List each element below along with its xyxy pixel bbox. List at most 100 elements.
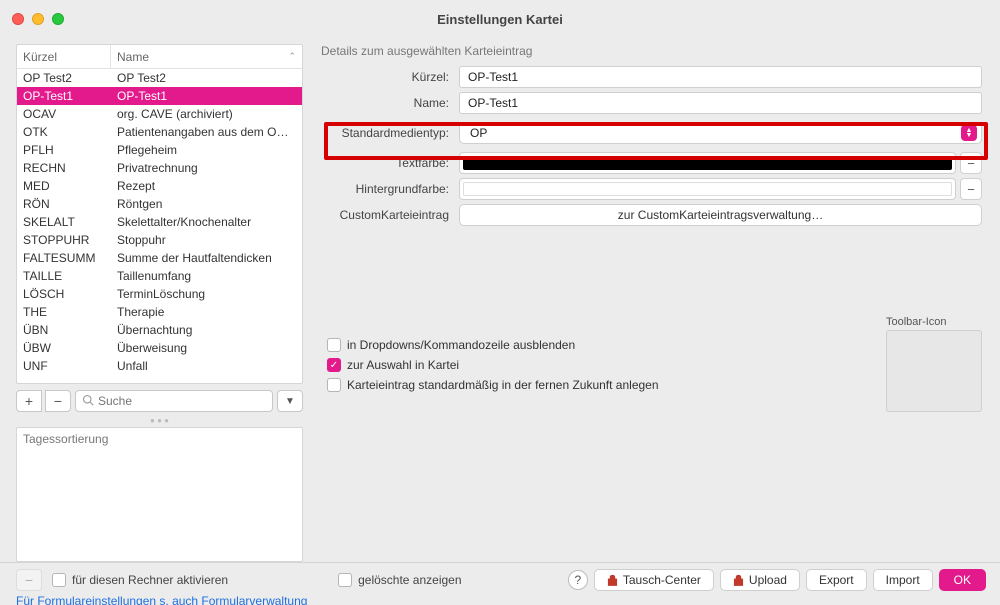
colorwell-hintergrundfarbe[interactable] [459,178,956,200]
checkbox-geloeschte-anzeigen[interactable] [338,573,352,587]
bag-icon [607,574,618,586]
details-section-label: Details zum ausgewählten Karteieintrag [321,44,982,58]
button-upload-label: Upload [749,573,787,587]
button-customkarteieintragsverwaltung[interactable]: zur CustomKarteieintragsverwaltung… [459,204,982,226]
colorwell-textfarbe[interactable] [459,152,956,174]
column-header-name[interactable]: Name ⌃ [111,45,302,68]
checkbox-hide-in-dropdowns-label: in Dropdowns/Kommandozeile ausblenden [347,338,575,352]
table-row[interactable]: OP Test2OP Test2 [17,69,302,87]
cell-name: TerminLöschung [111,287,302,301]
toolbar-icon-label: Toolbar-Icon [886,316,982,328]
cell-kuerzel: STOPPUHR [17,233,111,247]
cell-name: Rezept [111,179,302,193]
cell-kuerzel: ÜBW [17,341,111,355]
table-row[interactable]: STOPPUHRStoppuhr [17,231,302,249]
label-customkarteieintrag: CustomKarteieintrag [321,208,451,222]
column-header-kuerzel[interactable]: Kürzel [17,45,111,68]
sort-ascending-icon: ⌃ [288,51,296,62]
table-row[interactable]: SKELALTSkelettalter/Knochenalter [17,213,302,231]
table-row[interactable]: LÖSCHTerminLöschung [17,285,302,303]
table-row[interactable]: THETherapie [17,303,302,321]
search-input[interactable] [98,394,266,408]
input-name[interactable]: OP-Test1 [459,92,982,114]
cell-kuerzel: MED [17,179,111,193]
label-standardmedientyp: Standardmedientyp: [321,126,451,140]
help-button[interactable]: ? [568,570,588,590]
cell-kuerzel: OP-Test1 [17,89,111,103]
cell-kuerzel: PFLH [17,143,111,157]
cell-name: Therapie [111,305,302,319]
dropdown-standardmedientyp[interactable]: OP ▲▼ [459,122,982,144]
input-kuerzel[interactable]: OP-Test1 [459,66,982,88]
label-kuerzel: Kürzel: [321,70,451,84]
cell-name: Stoppuhr [111,233,302,247]
search-icon [82,394,94,409]
add-entry-button[interactable]: + [16,390,42,412]
cell-name: Skelettalter/Knochenalter [111,215,302,229]
cell-name: OP-Test1 [111,89,302,103]
table-row[interactable]: FALTESUMMSumme der Hautfaltendicken [17,249,302,267]
cell-name: org. CAVE (archiviert) [111,107,302,121]
cell-kuerzel: TAILLE [17,269,111,283]
button-upload[interactable]: Upload [720,569,800,591]
toolbar-icon-well[interactable] [886,330,982,412]
window-title: Einstellungen Kartei [0,12,1000,27]
cell-kuerzel: RECHN [17,161,111,175]
splitter-handle-icon[interactable]: ● ● ● [16,416,303,425]
column-header-name-label: Name [117,50,149,64]
cell-name: Röntgen [111,197,302,211]
table-row[interactable]: UNFUnfall [17,357,302,375]
table-row[interactable]: ÜBNÜbernachtung [17,321,302,339]
cell-kuerzel: SKELALT [17,215,111,229]
cell-name: Privatrechnung [111,161,302,175]
cell-kuerzel: FALTESUMM [17,251,111,265]
table-row[interactable]: OCAVorg. CAVE (archiviert) [17,105,302,123]
cell-kuerzel: OP Test2 [17,71,111,85]
button-export[interactable]: Export [806,569,867,591]
button-tausch-center[interactable]: Tausch-Center [594,569,714,591]
tagessortierung-box: Tagessortierung [16,427,303,562]
remove-list-button[interactable]: − [16,569,42,591]
entries-table: Kürzel Name ⌃ OP Test2OP Test2OP-Test1OP… [16,44,303,384]
clear-textfarbe-button[interactable]: − [960,152,982,174]
table-row[interactable]: OP-Test1OP-Test1 [17,87,302,105]
table-row[interactable]: ÜBWÜberweisung [17,339,302,357]
dropdown-standardmedientyp-value: OP [470,126,487,140]
table-row[interactable]: MEDRezept [17,177,302,195]
tagessortierung-label: Tagessortierung [23,432,108,446]
remove-entry-button[interactable]: − [45,390,71,412]
cell-name: Übernachtung [111,323,302,337]
cell-name: Taillenumfang [111,269,302,283]
checkbox-fuer-diesen-rechner[interactable] [52,573,66,587]
filter-dropdown-button[interactable]: ▼ [277,390,303,412]
clear-hintergrundfarbe-button[interactable]: − [960,178,982,200]
table-row[interactable]: TAILLETaillenumfang [17,267,302,285]
checkbox-fuer-diesen-rechner-label: für diesen Rechner aktivieren [72,573,228,587]
table-row[interactable]: RÖNRöntgen [17,195,302,213]
label-hintergrundfarbe: Hintergrundfarbe: [321,182,451,196]
table-row[interactable]: RECHNPrivatrechnung [17,159,302,177]
link-formularverwaltung[interactable]: Für Formulareinstellungen s. auch Formul… [0,592,1000,605]
checkbox-ferne-zukunft[interactable] [327,378,341,392]
updown-caret-icon: ▲▼ [961,125,977,141]
cell-name: Überweisung [111,341,302,355]
bag-icon [733,574,744,586]
cell-kuerzel: RÖN [17,197,111,211]
checkbox-auswahl-in-kartei[interactable]: ✓ [327,358,341,372]
cell-name: Summe der Hautfaltendicken [111,251,302,265]
cell-name: Unfall [111,359,302,373]
cell-kuerzel: LÖSCH [17,287,111,301]
table-row[interactable]: PFLHPflegeheim [17,141,302,159]
label-name: Name: [321,96,451,110]
button-ok[interactable]: OK [939,569,986,591]
cell-kuerzel: ÜBN [17,323,111,337]
cell-kuerzel: UNF [17,359,111,373]
button-tausch-center-label: Tausch-Center [623,573,701,587]
checkbox-hide-in-dropdowns[interactable] [327,338,341,352]
checkbox-geloeschte-anzeigen-label: gelöschte anzeigen [358,573,461,587]
button-import[interactable]: Import [873,569,933,591]
cell-kuerzel: OCAV [17,107,111,121]
table-row[interactable]: OTKPatientenangaben aus dem O… [17,123,302,141]
cell-name: Pflegeheim [111,143,302,157]
checkbox-auswahl-in-kartei-label: zur Auswahl in Kartei [347,358,459,372]
